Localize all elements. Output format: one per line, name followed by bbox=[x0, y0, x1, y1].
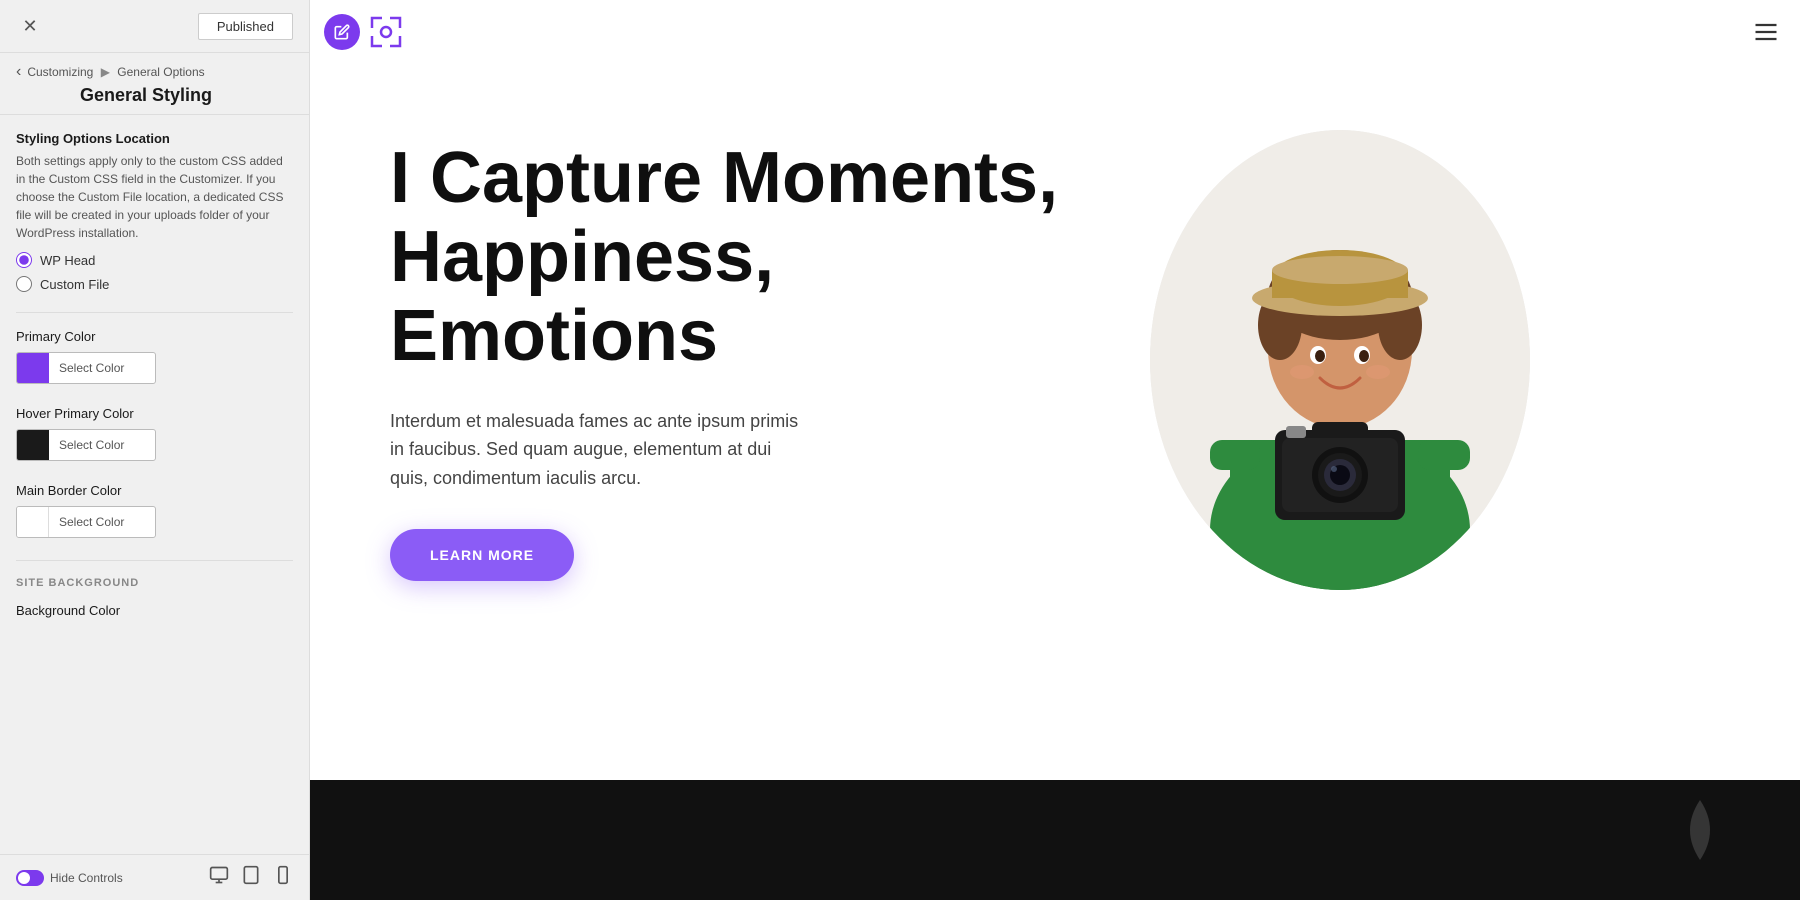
hover-primary-color-label: Hover Primary Color bbox=[16, 406, 293, 421]
hero-person-illustration bbox=[1150, 130, 1530, 590]
hero-description: Interdum et malesuada fames ac ante ipsu… bbox=[390, 407, 810, 493]
primary-color-swatch bbox=[17, 353, 49, 383]
bottom-decoration-icon bbox=[1660, 790, 1740, 870]
hero-image bbox=[1150, 130, 1530, 590]
hide-controls-toggle[interactable]: Hide Controls bbox=[16, 870, 123, 886]
tablet-view-button[interactable] bbox=[241, 865, 261, 890]
pencil-icon bbox=[334, 24, 350, 40]
radio-custom-file[interactable]: Custom File bbox=[16, 276, 293, 292]
radio-group: WP Head Custom File bbox=[16, 252, 293, 292]
styling-options-label: Styling Options Location bbox=[16, 131, 293, 146]
close-button[interactable]: ✕ bbox=[16, 12, 44, 40]
hero-content: I Capture Moments, Happiness, Emotions I… bbox=[390, 139, 1090, 581]
hover-primary-color-picker[interactable]: Select Color bbox=[16, 429, 156, 461]
panel-content: Styling Options Location Both settings a… bbox=[0, 115, 309, 854]
back-button[interactable]: ‹ bbox=[16, 63, 21, 81]
preview-toolbar bbox=[324, 14, 404, 50]
hamburger-icon bbox=[1752, 18, 1780, 46]
bottom-bar-decoration bbox=[310, 780, 1800, 900]
hide-controls-label: Hide Controls bbox=[50, 871, 123, 885]
styling-options-description: Both settings apply only to the custom C… bbox=[16, 152, 293, 242]
radio-wp-head-label: WP Head bbox=[40, 253, 95, 268]
primary-color-group: Primary Color Select Color bbox=[16, 329, 293, 384]
primary-color-label: Primary Color bbox=[16, 329, 293, 344]
hero-title: I Capture Moments, Happiness, Emotions bbox=[390, 139, 1090, 377]
frame-icon bbox=[368, 14, 404, 50]
desktop-icon bbox=[209, 865, 229, 885]
main-border-color-swatch bbox=[17, 507, 49, 537]
mobile-icon bbox=[273, 865, 293, 885]
main-border-color-label: Main Border Color bbox=[16, 483, 293, 498]
radio-custom-file-label: Custom File bbox=[40, 277, 109, 292]
pencil-edit-button[interactable] bbox=[324, 14, 360, 50]
site-background-heading: SITE BACKGROUND bbox=[16, 577, 293, 589]
tablet-icon bbox=[241, 865, 261, 885]
page-title: General Styling bbox=[80, 81, 212, 105]
hero-section: I Capture Moments, Happiness, Emotions I… bbox=[310, 0, 1800, 700]
published-button[interactable]: Published bbox=[198, 13, 293, 40]
top-bar: ✕ Published bbox=[0, 0, 309, 53]
hover-primary-color-group: Hover Primary Color Select Color bbox=[16, 406, 293, 461]
background-color-label: Background Color bbox=[16, 603, 293, 618]
background-color-group: Background Color bbox=[16, 603, 293, 618]
primary-color-select-label: Select Color bbox=[49, 361, 134, 375]
divider-2 bbox=[16, 560, 293, 561]
hamburger-menu-button[interactable] bbox=[1752, 18, 1780, 52]
styling-options-group: Styling Options Location Both settings a… bbox=[16, 131, 293, 292]
preview-area: I Capture Moments, Happiness, Emotions I… bbox=[310, 0, 1800, 900]
frame-button[interactable] bbox=[368, 14, 404, 50]
primary-color-picker[interactable]: Select Color bbox=[16, 352, 156, 384]
hover-primary-color-swatch bbox=[17, 430, 49, 460]
breadcrumb: Customizing ▶ General Options bbox=[27, 65, 204, 79]
bottom-bar: Hide Controls bbox=[0, 854, 309, 900]
left-panel: ✕ Published ‹ Customizing ▶ General Opti… bbox=[0, 0, 310, 900]
divider-1 bbox=[16, 312, 293, 313]
mobile-view-button[interactable] bbox=[273, 865, 293, 890]
radio-wp-head[interactable]: WP Head bbox=[16, 252, 293, 268]
main-border-color-select-label: Select Color bbox=[49, 515, 134, 529]
toggle-icon bbox=[16, 870, 44, 886]
view-icons bbox=[209, 865, 293, 890]
main-border-color-group: Main Border Color Select Color bbox=[16, 483, 293, 538]
desktop-view-button[interactable] bbox=[209, 865, 229, 890]
learn-more-button[interactable]: LEARN MORE bbox=[390, 529, 574, 581]
main-border-color-picker[interactable]: Select Color bbox=[16, 506, 156, 538]
hover-primary-color-select-label: Select Color bbox=[49, 438, 134, 452]
